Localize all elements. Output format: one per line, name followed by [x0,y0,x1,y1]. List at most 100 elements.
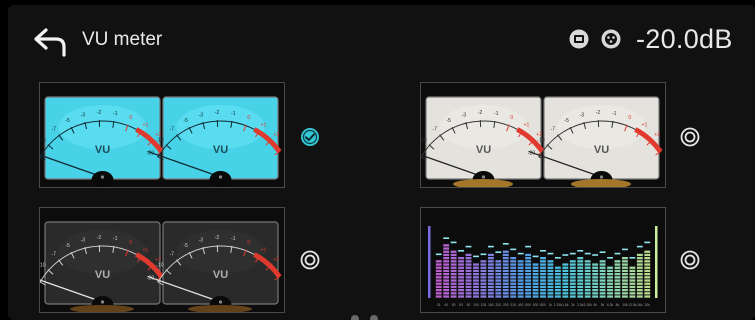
spectrum-bar-segment [487,260,494,263]
radio-unselected-white[interactable] [680,127,700,147]
meter-scale-label: -7 [432,126,437,132]
spectrum-bar-segment [480,260,487,263]
spectrum-bar-segment [584,282,591,285]
spectrum-bar-segment [502,260,509,263]
spectrum-band-label: 63 [459,303,463,307]
spectrum-bar-segment [569,269,576,273]
spectrum-bar-segment [443,295,450,298]
spectrum-band-label: 40 [444,303,448,307]
page-indicator-dot[interactable] [351,315,359,320]
spectrum-bar-segment [510,257,517,260]
spectrum-bar-segment [480,295,487,298]
xlr-connector-icon[interactable] [601,29,621,49]
spectrum-bar-segment [487,282,494,285]
spectrum-bar-segment [510,266,517,269]
radio-unselected-spectrum[interactable] [680,250,700,270]
spectrum-bar-segment [622,266,628,269]
spectrum-bar-segment [458,260,464,263]
spectrum-bar-segment [622,279,628,282]
spectrum-bar-segment [547,292,554,295]
spectrum-bar-segment [502,279,509,282]
spectrum-bar-segment [577,295,584,298]
spectrum-bar-segment [562,289,569,292]
meter-scale-label: -5 [183,118,188,124]
spectrum-bar-segment [435,285,442,289]
spectrum-bar-segment [443,289,450,292]
spectrum-bar-segment [487,285,494,289]
spectrum-bar-segment [540,260,546,263]
spectrum-band-label: 1.25k [554,303,563,307]
spectrum-bar-segment [577,273,584,276]
spectrum-bar-segment [510,292,517,295]
spectrum-band-label: 2k [571,303,575,307]
spectrum-peak-marker [599,251,606,253]
vu-style-black[interactable]: -20-10-7-5-3-2-10+1+2+3VU -20-10-7-5-3-2… [39,207,285,313]
page-indicator-dot[interactable] [370,315,378,320]
spectrum-bar-segment [599,285,606,289]
spectrum-bar-segment [450,273,457,276]
spectrum-bar-segment [644,269,651,273]
spectrum-bar-segment [525,257,532,260]
spectrum-bar-segment [607,266,613,269]
spectrum-bar-segment [517,273,524,276]
meter-scale-label: -10 [156,137,164,143]
spectrum-bar-segment [487,295,494,298]
spectrum-bar-segment [584,292,591,295]
spectrum-bar-segment [525,260,532,263]
spectrum-bar-segment [636,266,643,269]
spectrum-bar-segment [458,279,464,282]
spectrum-bar-segment [525,269,532,273]
spectrum-bar-segment [562,273,569,276]
spectrum-bar-segment [644,260,651,263]
vu-meter-left: -20-10-7-5-3-2-10+1+2+3VU [40,221,172,312]
meter-scale-label: -1 [494,111,499,117]
spectrum-bar-segment [458,276,464,279]
spectrum-bar-segment [569,285,576,289]
spectrum-bar-segment [510,273,517,276]
spectrum-bar-segment [487,273,494,276]
vu-style-spectrum[interactable]: 31 40 50 63 80 100 125 160 200 250 315 400 500 630 800… [420,207,666,313]
spectrum-bar-segment [532,289,539,292]
meter-scale-label: +1 [523,122,529,128]
spectrum-bar-segment [636,279,643,282]
spectrum-bar-segment [569,289,576,292]
spectrum-bar-segment [569,263,576,266]
spectrum-bar-segment [525,285,532,289]
spectrum-bar-segment [495,263,502,266]
input-source-icon[interactable] [569,29,589,49]
spectrum-bar-segment [629,282,636,285]
spectrum-bar-segment [614,266,621,269]
back-arrow-icon[interactable] [32,27,68,57]
meter-scale-label: -3 [81,237,86,243]
spectrum-bar-segment [450,263,457,266]
spectrum-bar-segment [540,263,546,266]
spectrum-bar-segment [465,282,472,285]
spectrum-bar-segment [554,295,561,298]
spectrum-bar-segment [607,285,613,289]
spectrum-bar-segment [562,276,569,279]
spectrum-bar-segment [487,266,494,269]
spectrum-peak-marker [577,250,584,252]
meter-scale-label: -10 [40,262,46,268]
spectrum-bar-segment [435,269,442,273]
spectrum-bar-segment [540,257,546,260]
spectrum-band-label: 50 [452,303,456,307]
spectrum-band-label: 10k [622,303,628,307]
spectrum-bar-segment [435,273,442,276]
spectrum-bar-segment [614,260,621,263]
spectrum-bar-segment [435,260,442,263]
spectrum-bar-segment [458,266,464,269]
spectrum-bar-segment [517,295,524,298]
vu-style-white[interactable]: -20-10-7-5-3-2-10+1+2+3VU -20-10-7-5-3-2… [420,82,666,188]
radio-unselected-black[interactable] [300,250,320,270]
spectrum-bar-segment [644,250,651,253]
vu-style-blue[interactable]: -20-10-7-5-3-2-10+1+2+3VU -20-10-7-5-3-2… [39,82,285,188]
spectrum-bar-segment [450,257,457,260]
spectrum-band-label: 16k [637,303,643,307]
spectrum-band-label: 400 [518,303,524,307]
spectrum-bar-segment [540,266,546,269]
radio-selected-blue[interactable] [300,127,320,147]
spectrum-bar-segment [577,266,584,269]
spectrum-peak-marker [502,243,509,245]
spectrum-bar-segment [562,279,569,282]
